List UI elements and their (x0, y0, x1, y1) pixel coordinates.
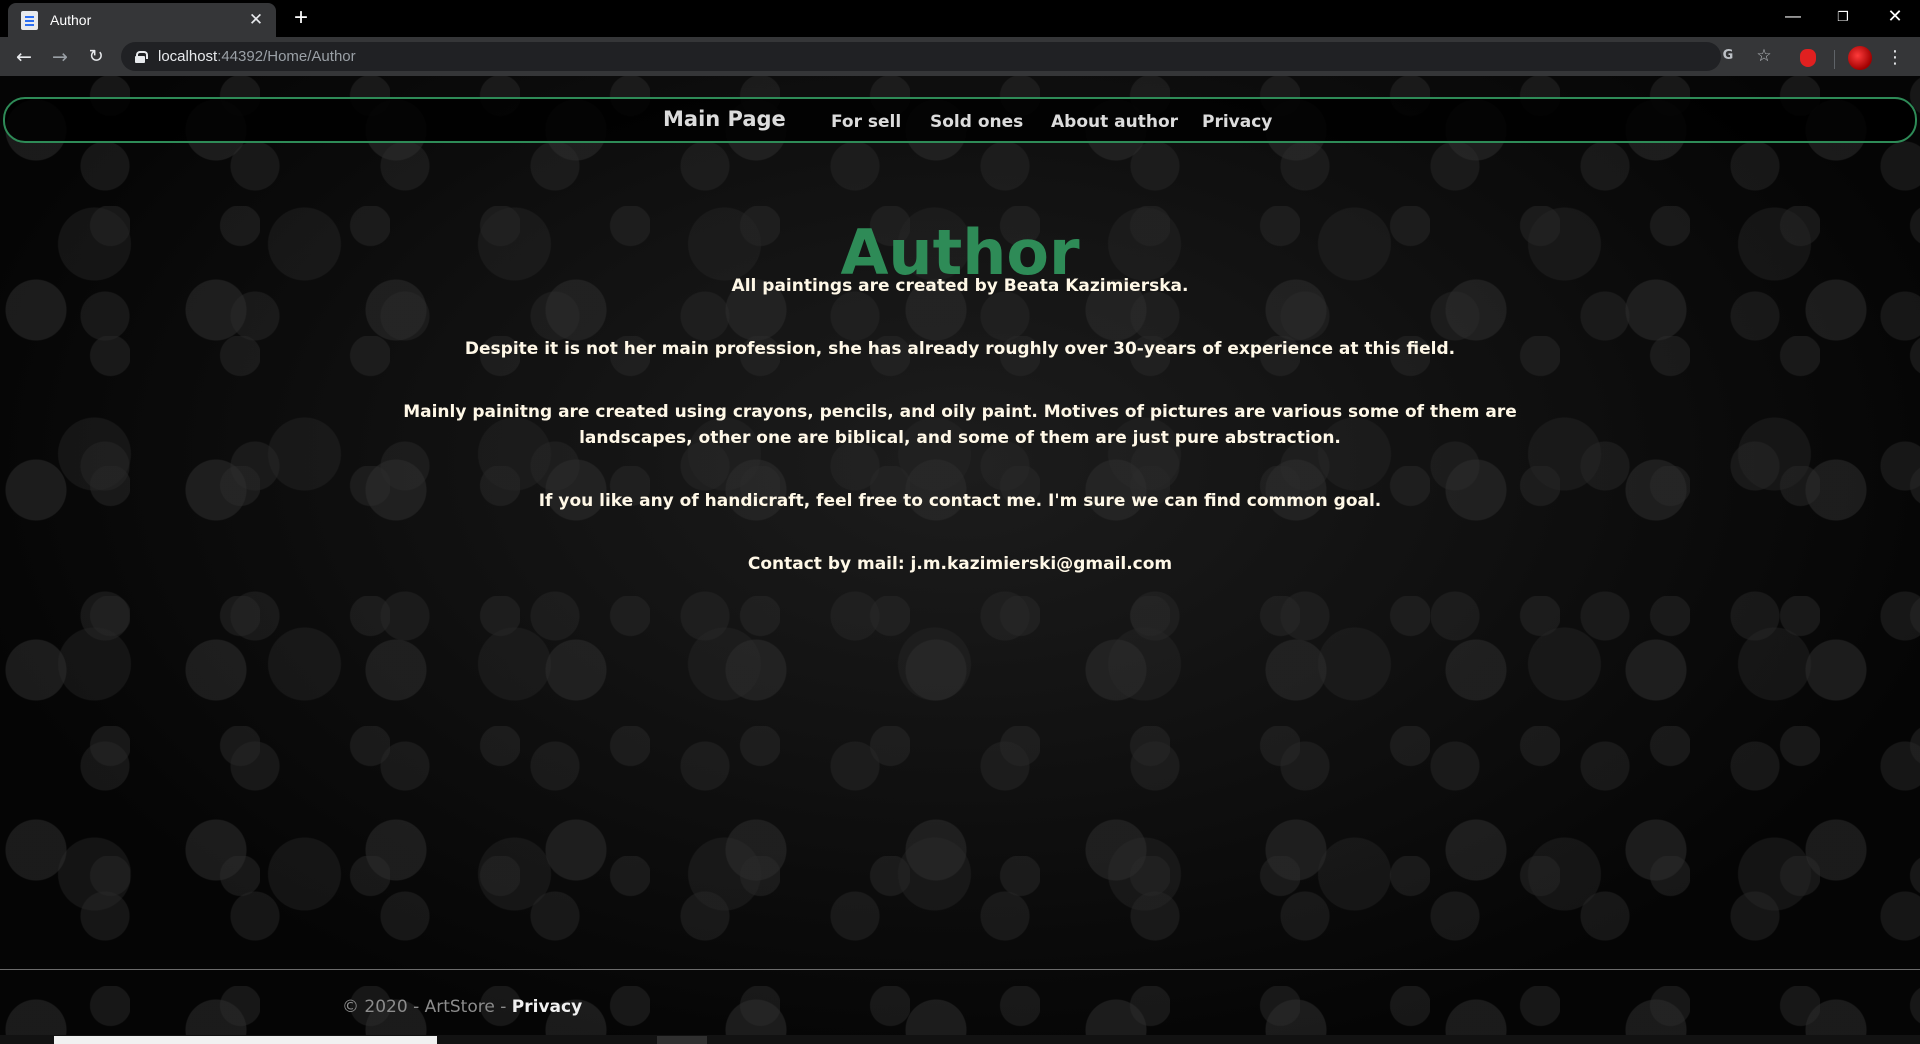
nav-link-sold-ones[interactable]: Sold ones (930, 112, 1023, 132)
contact-mail-paragraph: Contact by mail: j.m.kazimierski@gmail.c… (747, 554, 1173, 574)
browser-tab[interactable]: Author ✕ (8, 3, 276, 37)
profile-avatar[interactable] (1848, 46, 1872, 70)
horizontal-scrollbar-thumb[interactable] (54, 1036, 437, 1044)
footer-text: © 2020 - ArtStore - Privacy (342, 997, 582, 1017)
author-paragraph: All paintings are created by Beata Kazim… (731, 276, 1189, 296)
page-viewport: Main Page For sell Sold ones About autho… (0, 76, 1920, 1044)
browser-menu-icon[interactable]: ⋮ (1886, 46, 1904, 70)
tab-close-icon[interactable]: ✕ (246, 11, 266, 29)
nav-link-about-author[interactable]: About author (1051, 112, 1178, 132)
footer-privacy-link[interactable]: Privacy (512, 997, 582, 1017)
nav-link-privacy[interactable]: Privacy (1202, 112, 1272, 132)
url-path: :44392/Home/Author (217, 48, 356, 65)
contact-invite-paragraph: If you like any of handicraft, feel free… (538, 491, 1382, 511)
window-restore-button[interactable]: ❐ (1820, 0, 1866, 33)
address-bar[interactable]: localhost:44392/Home/Author (121, 42, 1721, 71)
forward-arrow-icon[interactable]: → (47, 44, 73, 70)
tab-title: Author (50, 12, 92, 28)
new-tab-button[interactable]: + (288, 5, 314, 31)
bookmark-star-icon[interactable]: ☆ (1752, 44, 1776, 68)
techniques-paragraph: Mainly painitng are created using crayon… (403, 402, 1517, 448)
footer-copyright: © 2020 - ArtStore - (342, 997, 512, 1017)
back-arrow-icon[interactable]: ← (11, 44, 37, 70)
nav-link-for-sell[interactable]: For sell (831, 112, 901, 132)
window-close-button[interactable]: ✕ (1872, 0, 1918, 33)
experience-paragraph: Despite it is not her main profession, s… (464, 339, 1456, 359)
horizontal-scrollbar-marker (657, 1036, 707, 1044)
url-host: localhost (158, 48, 218, 65)
page-favicon-icon (21, 10, 38, 30)
toolbar-divider (1834, 50, 1835, 69)
site-navbar: Main Page For sell Sold ones About autho… (3, 97, 1917, 143)
browser-toolbar: ← → ↻ localhost:44392/Home/Author G ☆ ⋮ (0, 37, 1920, 76)
reload-icon[interactable]: ↻ (83, 44, 109, 70)
lock-icon[interactable] (135, 50, 148, 63)
adblock-extension-icon[interactable] (1800, 49, 1816, 67)
translate-icon[interactable]: G (1716, 44, 1740, 68)
window-minimize-button[interactable]: — (1770, 0, 1816, 33)
site-footer: © 2020 - ArtStore - Privacy (0, 969, 1920, 1044)
browser-tabstrip: Author ✕ + — ❐ ✕ (0, 0, 1920, 37)
url-text[interactable]: localhost:44392/Home/Author (158, 48, 356, 65)
nav-brand-main-page[interactable]: Main Page (663, 107, 786, 131)
